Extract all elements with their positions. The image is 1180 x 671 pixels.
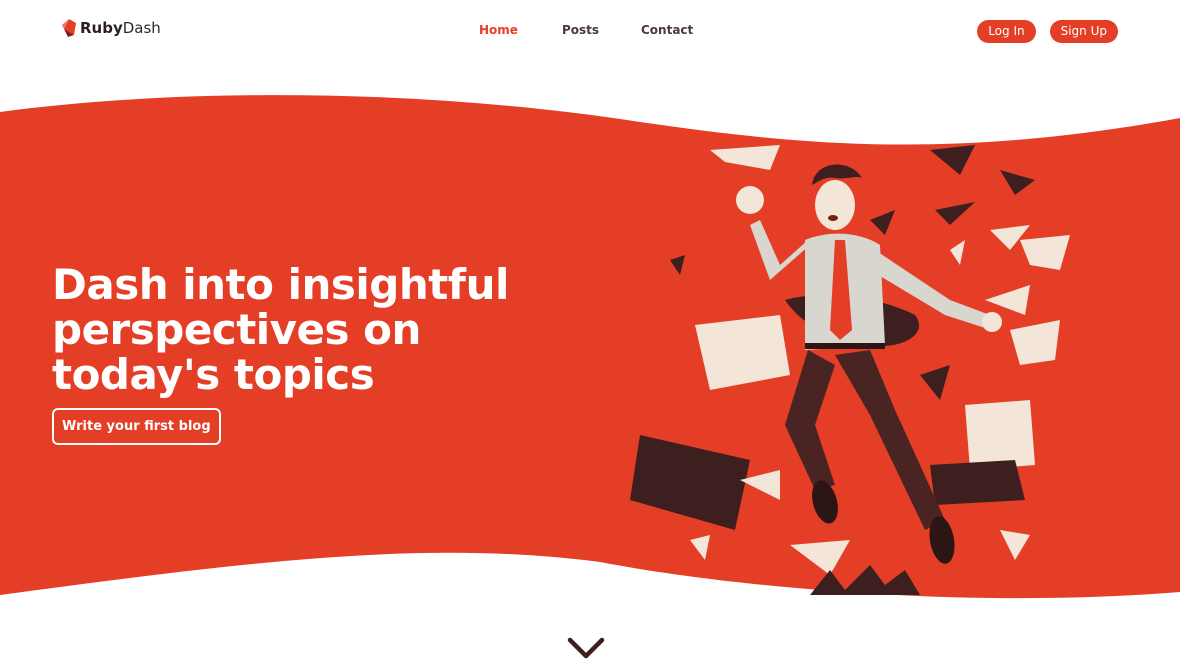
ruby-gem-icon [62, 19, 76, 37]
write-first-blog-button[interactable]: Write your first blog [52, 408, 221, 445]
chevron-down-icon[interactable] [567, 632, 605, 664]
nav-posts-link[interactable]: Posts [562, 23, 599, 37]
brand-logo[interactable]: RubyDash [62, 19, 161, 37]
man-jumping-illustration [630, 145, 1070, 595]
headline-line-1: Dash into insightful [52, 260, 509, 309]
brand-name-bold: Ruby [80, 19, 123, 37]
nav-contact-link[interactable]: Contact [641, 23, 693, 37]
nav-home-link[interactable]: Home [479, 23, 518, 37]
signup-button[interactable]: Sign Up [1049, 20, 1118, 43]
belt [805, 343, 885, 349]
brand-name-light: Dash [122, 19, 161, 37]
hero-headline: Dash into insightful perspectives on tod… [52, 262, 612, 397]
headline-line-2: perspectives on [52, 305, 421, 354]
auth-buttons: Log In Sign Up [977, 20, 1118, 43]
top-navigation: RubyDash Home Posts Contact Log In Sign … [0, 0, 1180, 62]
headline-line-3: today's topics [52, 350, 375, 399]
login-button[interactable]: Log In [977, 20, 1036, 43]
